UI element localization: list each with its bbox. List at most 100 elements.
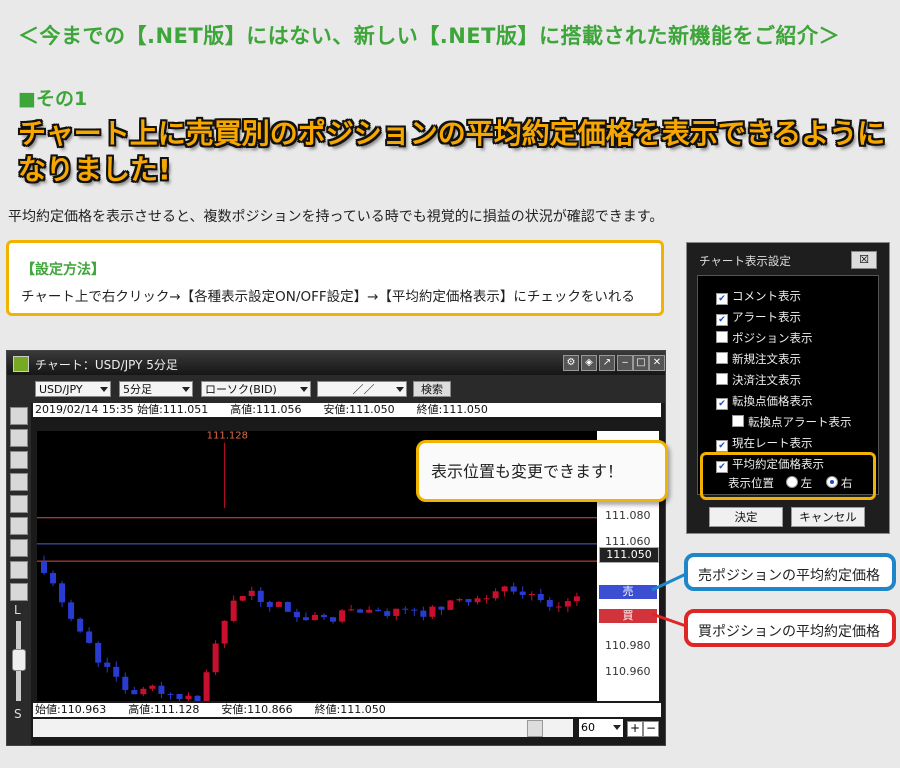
ok-button[interactable]: 決定	[709, 507, 783, 527]
minimize-icon[interactable]: ‒	[617, 355, 633, 371]
gear-icon[interactable]: ⚙	[563, 355, 579, 371]
candle-body	[212, 643, 219, 673]
close-icon[interactable]: ✕	[649, 355, 665, 371]
candle-body	[293, 611, 300, 618]
high-price-label: 111.128	[207, 431, 248, 442]
cancel-button[interactable]: キャンセル	[791, 507, 865, 527]
feature-description: 平均約定価格を表示させると、複数ポジションを持っている時でも視覚的に損益の状況が…	[8, 209, 664, 225]
candle-body	[402, 608, 409, 610]
scroll-thumb[interactable]	[527, 720, 543, 737]
candle-body	[311, 614, 318, 621]
chart-type-select[interactable]: ローソク(BID)	[201, 381, 311, 397]
candle-body	[194, 695, 201, 703]
candle-body	[185, 695, 192, 700]
candle-body	[131, 690, 138, 695]
ohlc-info-top: 2019/02/14 15:35 始値:111.051 高値:111.056 安…	[33, 403, 661, 417]
candle-body	[239, 596, 246, 601]
pair-value: USD/JPY	[39, 383, 83, 396]
option-comment[interactable]: ✔ コメント表示	[716, 288, 801, 305]
option-position[interactable]: ポジション表示	[716, 330, 813, 346]
candle-body	[510, 586, 517, 592]
palette-icon[interactable]: ◈	[581, 355, 597, 371]
candle-body	[248, 590, 255, 597]
candle-body	[357, 609, 364, 613]
chart-titlebar[interactable]: チャート：USD/JPY 5分足 ⚙ ◈ ↗ ‒ □ ✕	[7, 351, 665, 375]
candle-body	[339, 610, 346, 622]
candle-body	[321, 614, 327, 618]
option-turning-alert[interactable]: 転換点アラート表示	[732, 414, 852, 430]
candle-body	[456, 599, 463, 601]
candle-body	[384, 611, 391, 616]
popout-icon[interactable]: ↗	[599, 355, 615, 371]
zoom-in-icon[interactable]: +	[627, 721, 643, 737]
fibonacci-tool-icon[interactable]	[10, 495, 28, 513]
candle-body	[86, 631, 93, 643]
option-current-rate[interactable]: ✔ 現在レート表示	[716, 435, 813, 452]
option-label: 現在レート表示	[732, 436, 813, 450]
candle-body	[393, 608, 400, 616]
chevron-down-icon	[396, 387, 404, 392]
option-settle-order[interactable]: 決済注文表示	[716, 372, 801, 388]
dialog-close-button[interactable]: ☒	[851, 251, 877, 269]
candle-body	[203, 672, 210, 703]
chart-scrollbar[interactable]	[33, 719, 573, 737]
pair-select[interactable]: USD/JPY	[35, 381, 111, 397]
buy-connector	[651, 612, 687, 628]
save-icon[interactable]	[10, 583, 28, 601]
chart-toolbar: USD/JPY 5分足 ローソク(BID) ／／ 検索	[7, 375, 665, 403]
candle-body	[122, 676, 129, 691]
cursor-tool-icon[interactable]	[10, 407, 28, 425]
timeframe-value: 5分足	[123, 383, 152, 396]
chart-window-title: チャート：USD/JPY 5分足	[35, 358, 178, 372]
line-tool-icon[interactable]	[10, 429, 28, 447]
howto-body: チャート上で右クリック→【各種表示設定ON/OFF設定】→【平均約定価格表示】に…	[21, 289, 635, 305]
text-tool-icon[interactable]	[10, 539, 28, 557]
candle-body	[546, 599, 553, 607]
grid-tool-icon[interactable]	[10, 517, 28, 535]
timeframe-select[interactable]: 5分足	[119, 381, 193, 397]
candle-body	[465, 599, 472, 603]
option-label: コメント表示	[732, 289, 801, 303]
average-price-highlight	[700, 452, 876, 500]
candle-body	[429, 606, 436, 617]
candle-body	[330, 617, 337, 622]
candle-body	[257, 590, 264, 602]
zoom-slider-handle[interactable]	[12, 649, 26, 671]
date-placeholder: ／／	[352, 383, 375, 396]
dialog-title: チャート表示設定	[699, 254, 791, 268]
zoom-out-icon[interactable]: −	[643, 721, 659, 737]
checkbox-icon: ✔	[716, 314, 728, 326]
candle-body	[555, 606, 562, 608]
candle-body	[483, 598, 490, 600]
chevron-down-icon	[300, 387, 308, 392]
candle-body	[275, 601, 282, 607]
checkbox-icon	[716, 331, 728, 343]
howto-box: 【設定方法】 チャート上で右クリック→【各種表示設定ON/OFF設定】→【平均約…	[6, 240, 664, 316]
option-turning-point[interactable]: ✔ 転換点価格表示	[716, 393, 813, 410]
channel-tool-icon[interactable]	[10, 473, 28, 491]
candle-body	[573, 596, 580, 602]
search-button[interactable]: 検索	[413, 381, 451, 397]
date-input[interactable]: ／／	[317, 381, 407, 397]
candle-body	[50, 572, 57, 584]
maximize-icon[interactable]: □	[633, 355, 649, 371]
checkbox-icon	[732, 415, 744, 427]
y-tick-label: 110.960	[605, 665, 651, 678]
option-label: 転換点価格表示	[732, 394, 813, 408]
period-select[interactable]: 60	[579, 719, 623, 737]
option-alert[interactable]: ✔ アラート表示	[716, 309, 801, 326]
chart-window: チャート：USD/JPY 5分足 ⚙ ◈ ↗ ‒ □ ✕ USD/JPY 5分足…	[6, 350, 666, 746]
candle-body	[113, 666, 120, 677]
candle-body	[104, 662, 111, 667]
app-icon	[13, 356, 29, 372]
print-icon[interactable]	[10, 561, 28, 579]
option-new-order[interactable]: 新規注文表示	[716, 351, 801, 367]
candle-body	[140, 688, 147, 695]
long-label: L	[14, 603, 21, 617]
candle-body	[348, 609, 355, 611]
option-label: 転換点アラート表示	[748, 415, 852, 429]
candle-body	[59, 583, 66, 603]
chevron-down-icon	[100, 387, 108, 392]
trend-tool-icon[interactable]	[10, 451, 28, 469]
feature-headline: チャート上に売買別のポジションの平均約定価格を表示できるようになりました!	[18, 117, 886, 186]
